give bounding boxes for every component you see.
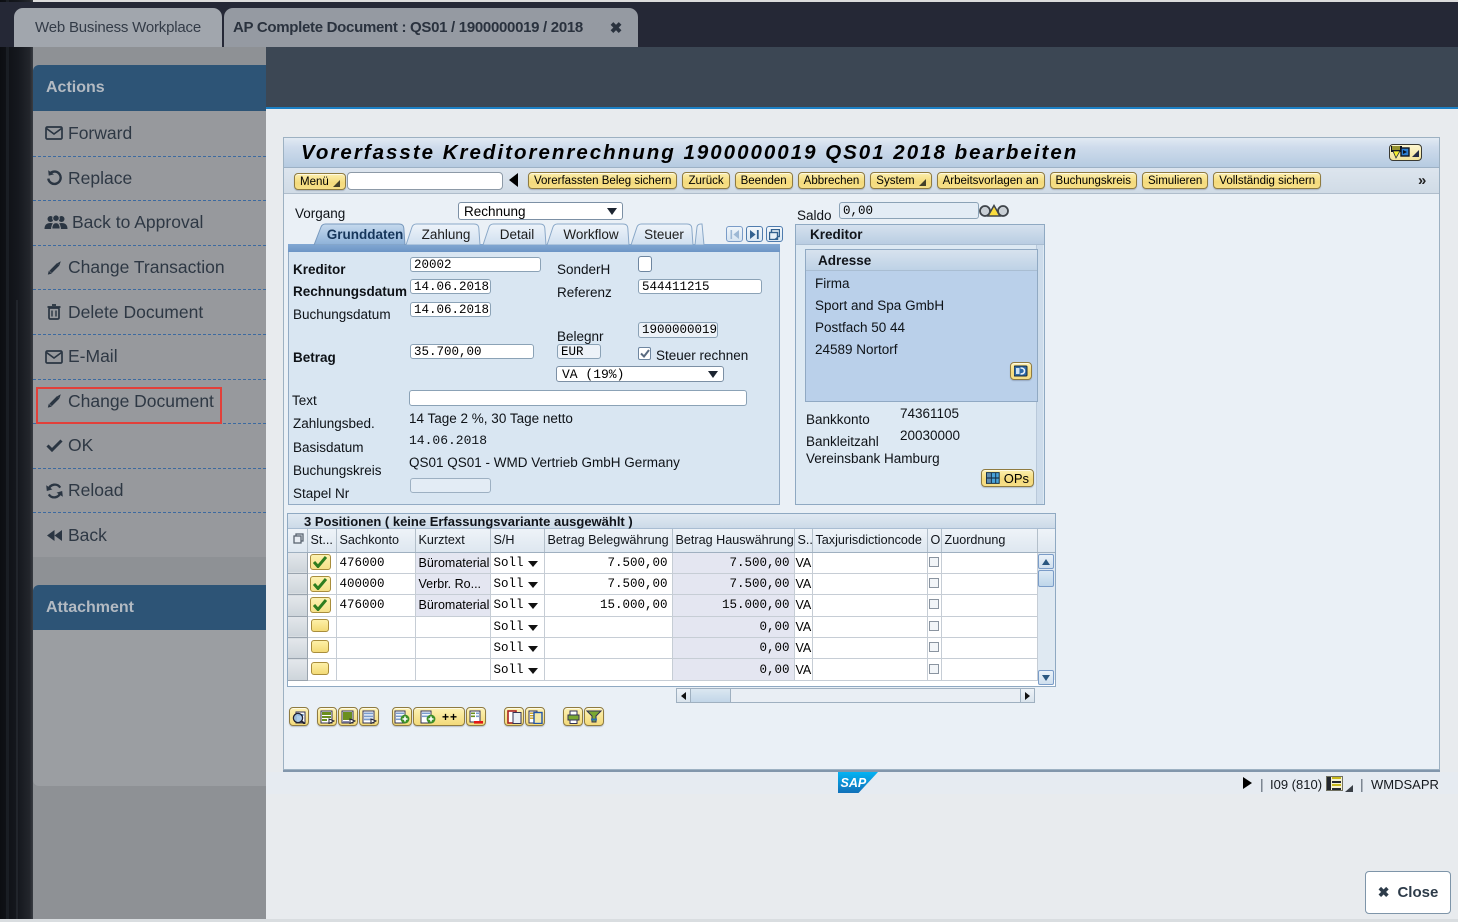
svg-text:Detail: Detail	[500, 227, 535, 242]
svg-text:Workflow: Workflow	[563, 227, 619, 242]
svg-text:Steuer: Steuer	[644, 227, 684, 242]
svg-text:Zahlung: Zahlung	[422, 227, 471, 242]
svg-text:Grunddaten: Grunddaten	[327, 227, 404, 242]
svg-text:SAP: SAP	[841, 776, 867, 790]
